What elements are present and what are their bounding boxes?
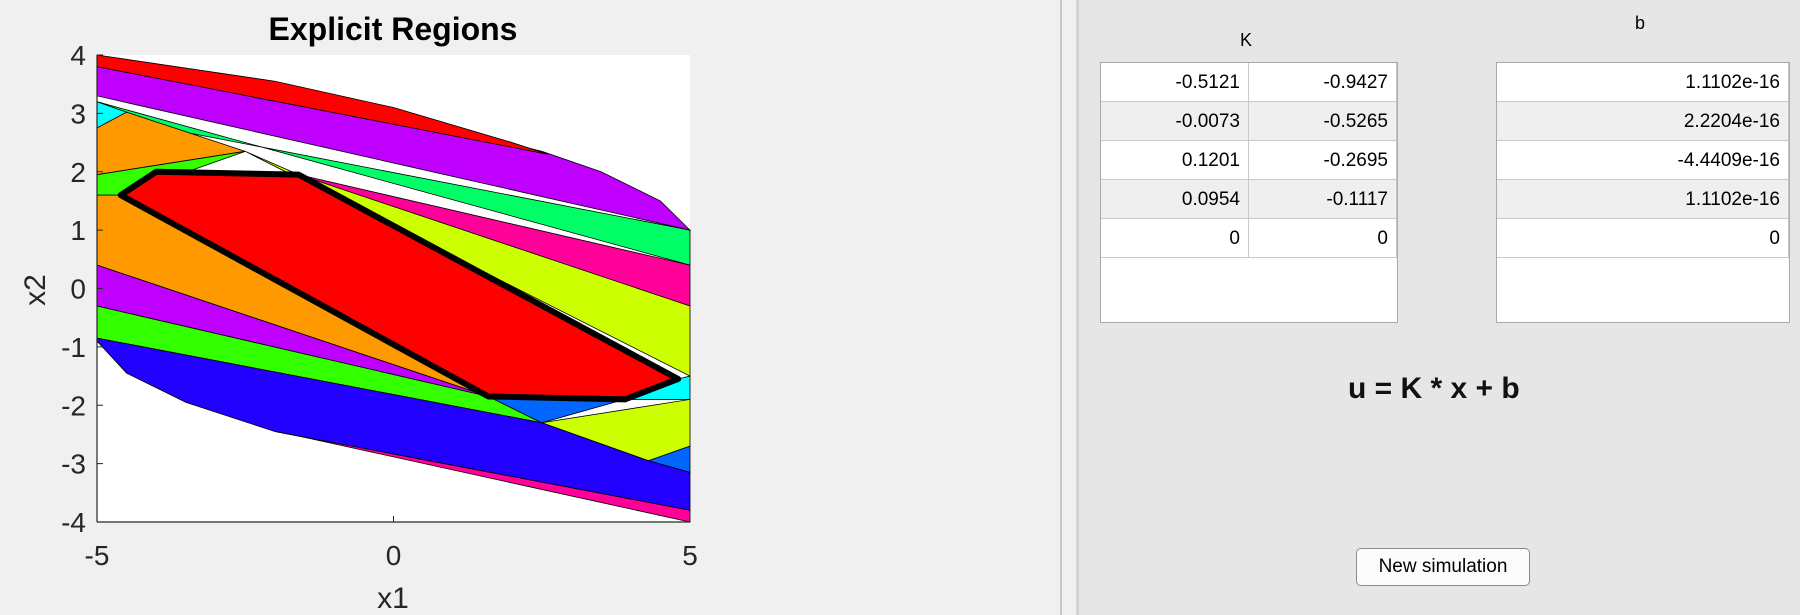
k-table-cell[interactable]: -0.9427 [1249,63,1397,102]
b-table-title: b [1635,13,1646,33]
new-simulation-button[interactable]: New simulation [1356,548,1530,586]
x-tick-label: 0 [386,540,402,571]
b-table-cell[interactable]: 2.2204e-16 [1497,102,1789,141]
b-table[interactable]: 1.1102e-16 2.2204e-16 -4.4409e-16 1.1102e-1… [1496,62,1790,323]
k-table-row[interactable]: -0.0073 -0.5265 [1101,102,1397,141]
control-law-formula: u = K * x + b [1348,372,1520,405]
b-table-cell[interactable]: 1.1102e-16 [1497,180,1789,219]
b-table-row[interactable]: 1.1102e-16 [1497,63,1789,102]
b-table-row[interactable]: 1.1102e-16 [1497,180,1789,219]
explicit-regions-plot: -5 0 5 4 3 2 1 0 -1 -2 -3 -4 Explicit Regions x1 x2 [19,11,698,615]
k-table-row[interactable]: 00 [1101,219,1397,258]
k-table-cell[interactable]: 0 [1101,219,1249,258]
y-tick-label: 2 [70,157,86,188]
y-tick-label: 4 [70,40,86,71]
x-tick-label: -5 [85,540,110,571]
plot-panel: -5 0 5 4 3 2 1 0 -1 -2 -3 -4 Explicit Regions x1 x2 [0,0,1060,615]
k-table-row[interactable]: 0.0954 -0.1117 [1101,180,1397,219]
y-tick-label: 3 [70,98,86,129]
k-table-cell[interactable]: -0.5265 [1249,102,1397,141]
k-table-cell[interactable]: -0.1117 [1249,180,1397,219]
plot-title: Explicit Regions [269,11,518,47]
k-table-cell[interactable]: -0.5121 [1101,63,1249,102]
b-table-row[interactable]: 2.2204e-16 [1497,102,1789,141]
y-tick-label: -1 [61,332,86,363]
k-table-cell[interactable]: 0.1201 [1101,141,1249,180]
k-table-cell[interactable]: -0.2695 [1249,141,1397,180]
y-axis-label: x2 [19,274,52,306]
k-table-title: K [1240,30,1253,50]
k-table-row[interactable]: -0.5121 -0.9427 [1101,63,1397,102]
b-table-cell[interactable]: -4.4409e-16 [1497,141,1789,180]
k-table-row[interactable]: 0.1201 -0.2695 [1101,141,1397,180]
x-tick-label: 5 [682,540,698,571]
k-table-cell[interactable]: 0.0954 [1101,180,1249,219]
k-table[interactable]: -0.5121 -0.9427 -0.0073 -0.5265 0.1201 -0.269… [1100,62,1398,323]
y-tick-label: -3 [61,449,86,480]
y-tick-label: -2 [61,390,86,421]
panel-divider[interactable] [1060,0,1062,615]
y-tick-label: 1 [70,215,86,246]
b-table-cell[interactable]: 1.1102e-16 [1497,63,1789,102]
x-axis-label: x1 [377,582,409,615]
k-table-cell[interactable]: -0.0073 [1101,102,1249,141]
k-table-cell[interactable]: 0 [1249,219,1397,258]
y-tick-label: 0 [70,274,86,305]
b-table-cell[interactable]: 0 [1497,219,1789,258]
y-tick-label: -4 [61,507,86,538]
b-table-row[interactable]: -4.4409e-16 [1497,141,1789,180]
b-table-row[interactable]: 0 [1497,219,1789,258]
